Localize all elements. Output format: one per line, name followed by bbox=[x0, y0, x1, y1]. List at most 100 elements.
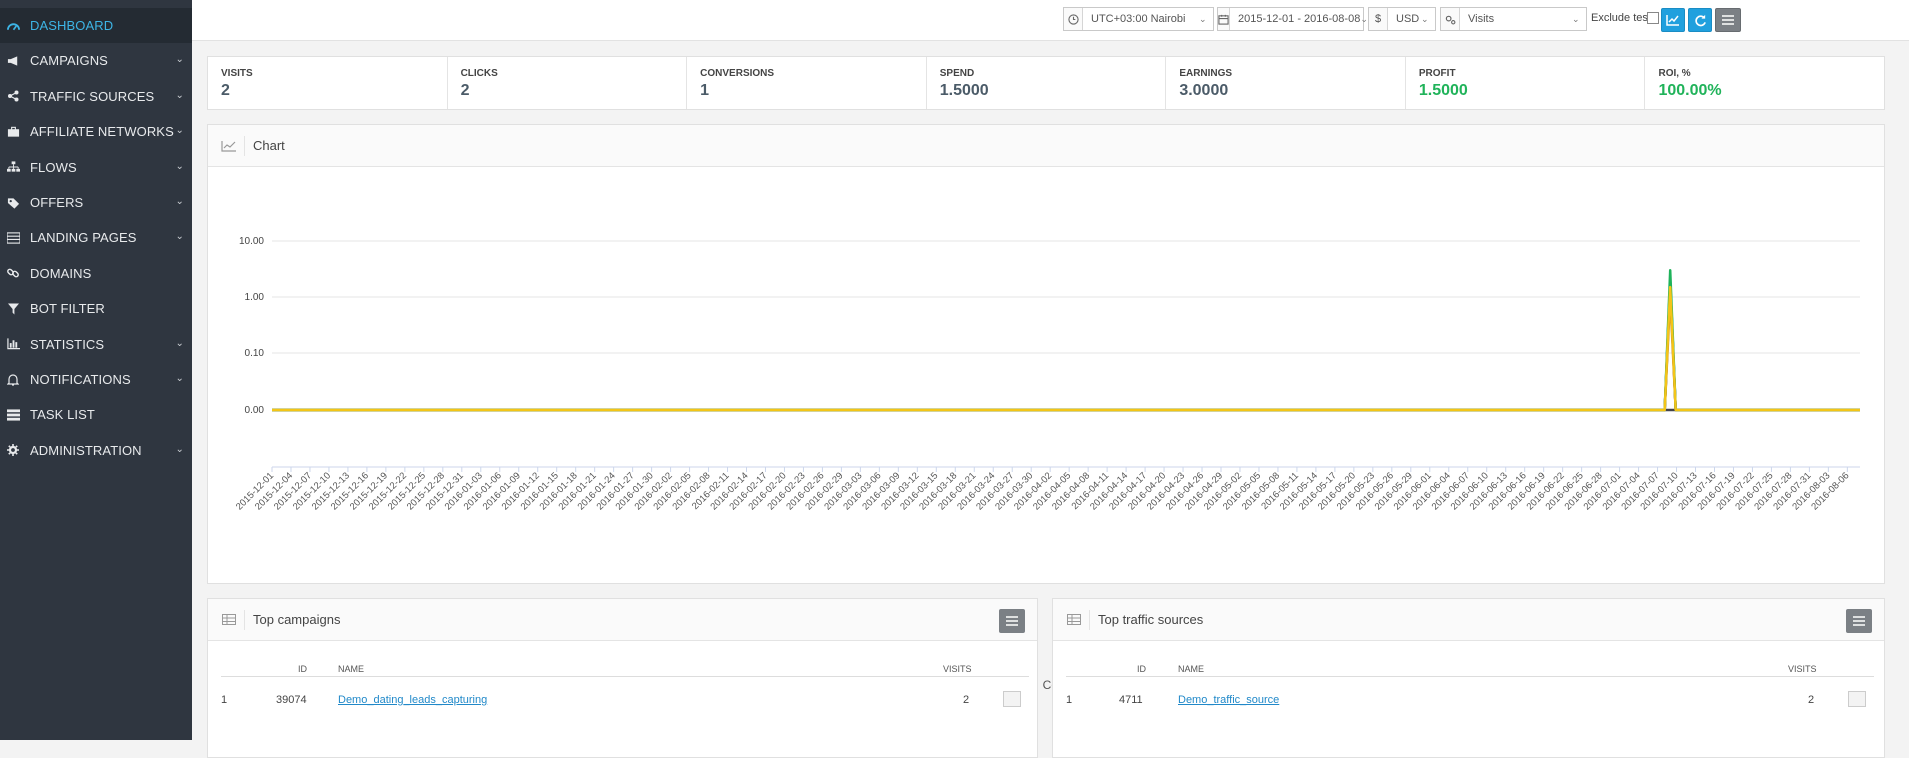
sidebar-item-domains[interactable]: DOMAINS bbox=[0, 256, 192, 291]
sitemap-icon bbox=[6, 160, 20, 174]
stats-bar: VISITS 2 CLICKS 2 CONVERSIONS 1 SPEND 1.5000 EAR… bbox=[207, 56, 1885, 110]
sidebar-item-traffic-sources[interactable]: TRAFFIC SOURCES ⌄ bbox=[0, 79, 192, 114]
stat-spend: SPEND 1.5000 bbox=[927, 57, 1167, 109]
sidebar-item-dashboard[interactable]: DASHBOARD bbox=[0, 8, 192, 43]
y-tick-label: 1.00 bbox=[245, 292, 265, 303]
menu-button[interactable] bbox=[1715, 8, 1741, 32]
stats-chart-icon[interactable] bbox=[1848, 691, 1866, 707]
stat-clicks: CLICKS 2 bbox=[448, 57, 688, 109]
top-campaigns-menu-button[interactable] bbox=[999, 609, 1025, 633]
stat-value: 3.0000 bbox=[1179, 82, 1229, 99]
sidebar-item-task-list[interactable]: TASK LIST bbox=[0, 397, 192, 432]
tasks-icon bbox=[6, 408, 20, 422]
stat-value: 100.00% bbox=[1658, 82, 1722, 99]
campaign-id: 39074 bbox=[276, 694, 307, 706]
sidebar-item-offers[interactable]: OFFERS ⌄ bbox=[0, 185, 192, 220]
sidebar-item-statistics[interactable]: STATISTICS ⌄ bbox=[0, 327, 192, 362]
cogs-icon bbox=[1441, 8, 1460, 30]
sidebar-item-label: ADMINISTRATION bbox=[30, 442, 142, 458]
traffic-source-visits: 2 bbox=[1808, 694, 1815, 706]
line-chart-icon bbox=[1666, 15, 1679, 26]
series-line-clicks bbox=[272, 278, 1860, 412]
bell-icon bbox=[6, 373, 20, 387]
table-icon bbox=[214, 609, 245, 630]
sidebar-item-notifications[interactable]: NOTIFICATIONS ⌄ bbox=[0, 362, 192, 397]
column-header-name[interactable]: NAME bbox=[338, 664, 364, 674]
traffic-source-name-link[interactable]: Demo_traffic_source bbox=[1178, 694, 1279, 706]
currency-value: USD bbox=[1396, 13, 1420, 25]
campaign-name-link[interactable]: Demo_dating_leads_capturing bbox=[338, 694, 487, 706]
stats-chart-icon[interactable] bbox=[1003, 691, 1021, 707]
stat-value: 1.5000 bbox=[1418, 82, 1468, 99]
column-header-id[interactable]: ID bbox=[1137, 664, 1146, 674]
list-icon bbox=[6, 231, 20, 245]
clock-icon bbox=[1064, 8, 1083, 30]
sidebar: DASHBOARD CAMPAIGNS ⌄ TRAFFIC SOURCES ⌄ AFFIL… bbox=[0, 0, 192, 740]
sidebar-item-label: TRAFFIC SOURCES bbox=[30, 88, 155, 104]
top-bar: UTC+03:00 Nairobi ⌄ 2015-12-01 - 2016-08… bbox=[192, 0, 1909, 41]
megaphone-icon bbox=[6, 54, 20, 68]
sidebar-item-campaigns[interactable]: CAMPAIGNS ⌄ bbox=[0, 43, 192, 78]
row-number: 1 bbox=[1066, 694, 1073, 706]
stat-value: 2 bbox=[460, 82, 470, 99]
chart-panel-title: Chart bbox=[253, 138, 285, 153]
hamburger-icon bbox=[1722, 15, 1734, 25]
stat-label: SPEND bbox=[939, 68, 975, 79]
stat-label: PROFIT bbox=[1418, 68, 1456, 79]
top-campaigns-header: Top campaigns bbox=[208, 599, 1037, 641]
chevron-down-icon: ⌄ bbox=[175, 231, 184, 243]
line-chart: 10.001.000.100.002015-12-012015-12-04201… bbox=[234, 236, 1860, 512]
sidebar-item-administration[interactable]: ADMINISTRATION ⌄ bbox=[0, 433, 192, 468]
series-line-earnings bbox=[272, 269, 1860, 412]
sidebar-item-label: DASHBOARD bbox=[30, 18, 114, 33]
chart-panel: Chart 10.00 1.00 0.10 0.00 2015-12-01 2015-12… bbox=[207, 124, 1885, 692]
line-chart-icon bbox=[214, 135, 245, 156]
sidebar-item-label: OFFERS bbox=[30, 195, 84, 210]
chart-toggle-button[interactable] bbox=[1661, 8, 1685, 32]
stat-roi: ROI, % 100.00% bbox=[1645, 57, 1884, 109]
chevron-down-icon: ⌄ bbox=[1572, 13, 1580, 24]
stat-visits: VISITS 2 bbox=[208, 57, 448, 109]
table-header-divider bbox=[1066, 676, 1874, 677]
sidebar-item-flows[interactable]: FLOWS ⌄ bbox=[0, 150, 192, 185]
sidebar-item-landing-pages[interactable]: LANDING PAGES ⌄ bbox=[0, 220, 192, 255]
sidebar-item-label: AFFILIATE NETWORKS bbox=[30, 124, 174, 140]
stat-label: CLICKS bbox=[460, 68, 498, 79]
sidebar-item-label: NOTIFICATIONS bbox=[30, 372, 131, 387]
chevron-down-icon: ⌄ bbox=[175, 373, 184, 384]
metric-select[interactable]: Visits ⌄ bbox=[1440, 7, 1587, 31]
top-traffic-sources-panel: Top traffic sources ID NAME VISITS 1 471… bbox=[1052, 598, 1885, 758]
top-campaigns-panel: Top campaigns ID NAME VISITS 1 39074 Dem… bbox=[207, 598, 1038, 758]
sidebar-item-affiliate-networks[interactable]: AFFILIATE NETWORKS ⌄ bbox=[0, 114, 192, 149]
column-header-visits[interactable]: VISITS bbox=[943, 664, 972, 674]
filter-icon bbox=[6, 302, 20, 316]
sidebar-item-bot-filter[interactable]: BOT FILTER bbox=[0, 291, 192, 326]
stat-label: ROI, % bbox=[1658, 68, 1691, 79]
column-header-name[interactable]: NAME bbox=[1178, 664, 1204, 674]
y-tick-label: 0.00 bbox=[245, 405, 265, 416]
row-number: 1 bbox=[221, 694, 228, 706]
chevron-down-icon: ⌄ bbox=[1199, 13, 1207, 24]
sidebar-item-label: TASK LIST bbox=[30, 407, 95, 423]
exclude-tests-checkbox[interactable] bbox=[1647, 12, 1659, 24]
currency-select[interactable]: $ USD ⌄ bbox=[1368, 7, 1436, 31]
sidebar-item-label: STATISTICS bbox=[30, 336, 105, 352]
stat-value: 1 bbox=[700, 82, 710, 99]
column-header-visits[interactable]: VISITS bbox=[1788, 664, 1817, 674]
date-range-select[interactable]: 2015-12-01 - 2016-08-08 ⌄ bbox=[1217, 7, 1368, 31]
chevron-down-icon: ⌄ bbox=[175, 337, 184, 349]
traffic-source-id: 4711 bbox=[1119, 694, 1143, 706]
timezone-select[interactable]: UTC+03:00 Nairobi ⌄ bbox=[1063, 7, 1214, 31]
top-traffic-sources-menu-button[interactable] bbox=[1846, 609, 1872, 633]
table-header-divider bbox=[221, 676, 1029, 677]
refresh-button[interactable] bbox=[1688, 8, 1712, 32]
timezone-value: UTC+03:00 Nairobi bbox=[1091, 13, 1186, 25]
stat-label: VISITS bbox=[221, 68, 253, 79]
chevron-down-icon: ⌄ bbox=[175, 160, 184, 172]
dashboard-icon bbox=[6, 19, 20, 33]
column-header-id[interactable]: ID bbox=[298, 664, 307, 674]
chevron-down-icon: ⌄ bbox=[175, 54, 184, 66]
stat-value: 1.5000 bbox=[939, 82, 989, 99]
series-line-profit bbox=[272, 285, 1860, 412]
hamburger-icon bbox=[1006, 616, 1018, 626]
